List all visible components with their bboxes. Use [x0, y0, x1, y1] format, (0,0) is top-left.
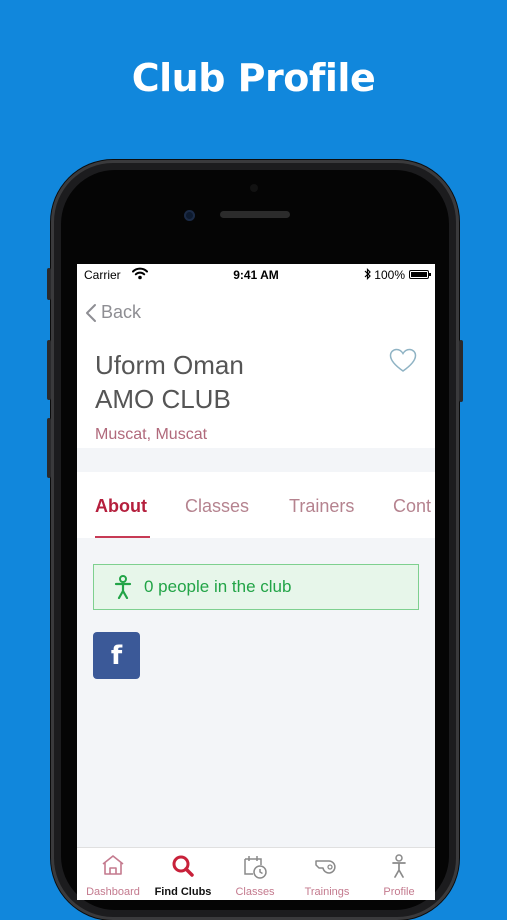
- tab-about[interactable]: About: [95, 496, 147, 517]
- club-name-line1: Uform Oman: [95, 350, 244, 380]
- nav-find-clubs-label: Find Clubs: [154, 886, 212, 898]
- back-button[interactable]: Back: [85, 302, 141, 323]
- favorite-heart-icon[interactable]: [389, 348, 417, 374]
- nav-find-clubs[interactable]: Find Clubs: [147, 848, 219, 900]
- bottom-tab-bar: Dashboard Find Clubs Classes Trainings P…: [77, 847, 435, 900]
- club-location: Muscat, Muscat: [95, 426, 208, 443]
- mute-switch: [47, 268, 51, 300]
- home-icon: [102, 855, 124, 875]
- nav-profile[interactable]: Profile: [363, 848, 435, 900]
- status-bar: Carrier 9:41 AM 100%: [77, 264, 435, 286]
- profile-person-icon: [392, 854, 406, 878]
- app-screen: Carrier 9:41 AM 100% Back Uform Oman AMO…: [77, 264, 435, 900]
- nav-dashboard[interactable]: Dashboard: [77, 848, 149, 900]
- search-icon: [172, 855, 194, 877]
- nav-classes[interactable]: Classes: [219, 848, 291, 900]
- power-button: [459, 340, 463, 402]
- earpiece-speaker: [220, 211, 290, 218]
- nav-trainings-label: Trainings: [304, 886, 350, 898]
- tab-contacts[interactable]: Cont: [393, 496, 431, 517]
- chevron-left-icon: [86, 303, 96, 322]
- back-label: Back: [101, 302, 142, 322]
- club-name-line2: AMO CLUB: [95, 384, 231, 414]
- club-tabs: About Classes Trainers Cont: [77, 472, 435, 538]
- facebook-icon: f: [110, 640, 123, 671]
- volume-up-button: [47, 340, 51, 400]
- tab-classes[interactable]: Classes: [185, 496, 249, 517]
- whistle-icon: [315, 860, 336, 874]
- nav-profile-label: Profile: [383, 886, 415, 898]
- bluetooth-icon: [364, 268, 371, 280]
- members-count-banner: 0 people in the club: [93, 564, 419, 610]
- calendar-clock-icon: [244, 856, 267, 879]
- nav-classes-label: Classes: [235, 886, 275, 898]
- club-header: Back Uform Oman AMO CLUB Muscat, Muscat: [77, 286, 435, 448]
- club-name: Uform Oman AMO CLUB: [95, 348, 375, 416]
- tab-trainers[interactable]: Trainers: [289, 496, 354, 517]
- battery-icon: [409, 270, 431, 279]
- battery-percent: 100%: [374, 268, 405, 282]
- proximity-sensor: [250, 184, 258, 192]
- members-count-text: 0 people in the club: [144, 577, 292, 596]
- front-camera: [184, 210, 195, 221]
- nav-trainings[interactable]: Trainings: [291, 848, 363, 900]
- person-icon: [114, 575, 132, 599]
- volume-down-button: [47, 418, 51, 478]
- nav-dashboard-label: Dashboard: [86, 886, 140, 898]
- facebook-button[interactable]: f: [93, 632, 140, 679]
- active-tab-indicator: [95, 536, 150, 538]
- page-headline: Club Profile: [131, 56, 376, 100]
